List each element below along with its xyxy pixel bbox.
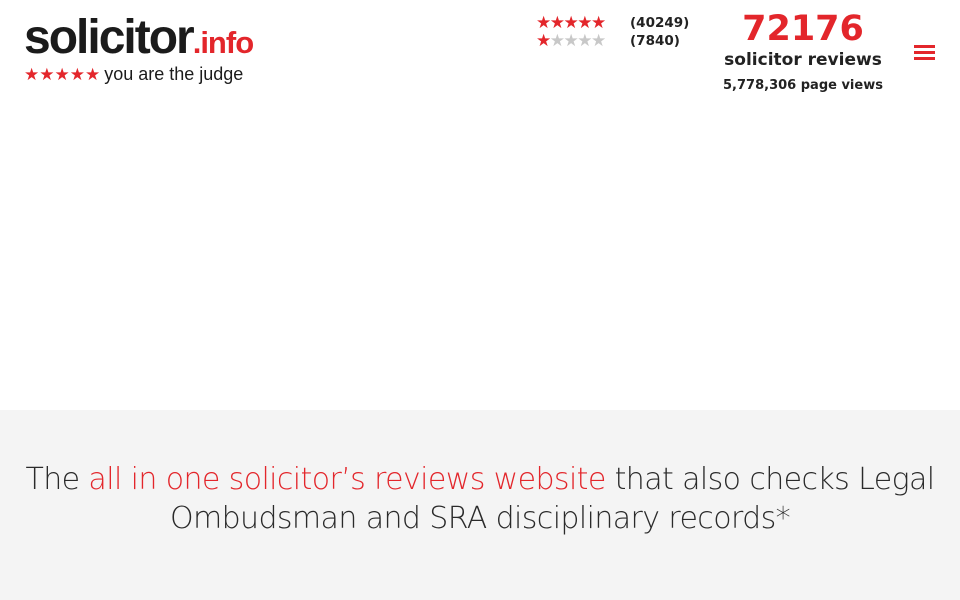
star-empty-icon: ★	[549, 31, 565, 51]
star-filled-icon: ★	[563, 13, 579, 33]
hero-banner: The all in one solicitor’s reviews websi…	[0, 410, 960, 600]
logo-tagline: ★★★★★ you are the judge	[24, 64, 243, 85]
rating-row-one-star[interactable]: ★★★★★ (7840)	[536, 32, 696, 50]
logo-stars-icon: ★★★★★	[24, 65, 101, 84]
hero-tagline: The all in one solicitor’s reviews websi…	[20, 460, 940, 538]
logo-subtitle: you are the judge	[104, 64, 244, 84]
five-star-count: (40249)	[630, 15, 690, 31]
menu-bar	[914, 51, 935, 54]
one-star-rating-icon: ★★★★★	[536, 32, 624, 50]
review-count: 72176	[742, 9, 864, 49]
site-header: solicitor.info ★★★★★ you are the judge ★★…	[0, 0, 960, 410]
star-empty-icon: ★	[577, 31, 592, 51]
star-filled-icon: ★	[577, 13, 592, 33]
review-count-label: solicitor reviews	[724, 50, 882, 70]
star-filled-icon: ★	[536, 13, 551, 33]
logo-wordmark: solicitor.info	[24, 12, 274, 69]
star-filled-icon: ★	[591, 13, 606, 33]
star-empty-icon: ★	[563, 31, 579, 51]
logo-suffix-text: .info	[192, 25, 254, 60]
menu-bar	[914, 57, 935, 60]
star-empty-icon: ★	[591, 31, 606, 51]
logo-main-text: solicitor	[24, 11, 195, 64]
five-star-rating-icon: ★★★★★	[536, 14, 624, 32]
page-views-count: 5,778,306 page views	[723, 78, 883, 93]
menu-bar	[914, 45, 935, 48]
site-stats: 72176 solicitor reviews 5,778,306 page v…	[718, 8, 888, 94]
tagline-highlight: all in one solicitor’s reviews website	[88, 462, 606, 497]
rating-summary: ★★★★★ (40249) ★★★★★ (7840)	[536, 14, 696, 50]
hamburger-menu-icon[interactable]	[912, 43, 938, 63]
rating-row-five-star[interactable]: ★★★★★ (40249)	[536, 14, 696, 32]
one-star-count: (7840)	[630, 33, 680, 49]
star-filled-icon: ★	[536, 31, 551, 51]
star-filled-icon: ★	[549, 13, 565, 33]
tagline-lead: The	[25, 462, 89, 497]
site-logo[interactable]: solicitor.info ★★★★★ you are the judge	[24, 12, 274, 92]
